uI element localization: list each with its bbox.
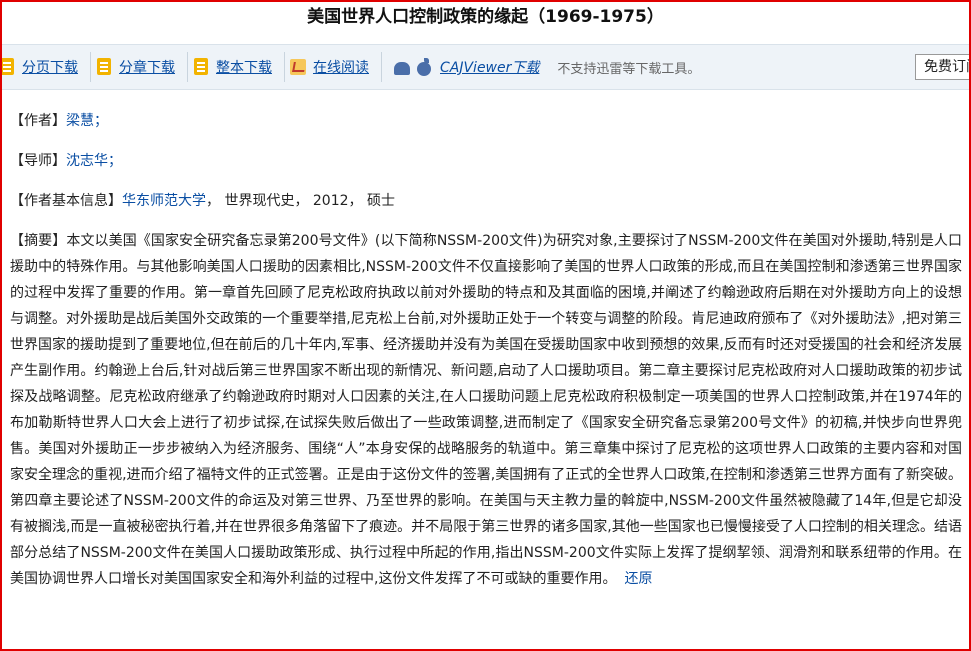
apple-icon: [414, 57, 434, 77]
restore-link[interactable]: 还原: [624, 571, 652, 587]
read-online-link[interactable]: 在线阅读: [313, 57, 369, 77]
toolbar-item-chapter-download[interactable]: 分章下载: [91, 52, 188, 82]
toolbar-item-page-download[interactable]: 分页下载: [2, 52, 91, 82]
cajviewer-download-link[interactable]: CAJViewer下载: [440, 57, 539, 77]
document-download-icon: [2, 57, 16, 77]
abstract: 【摘要】本文以美国《国家安全研究备忘录第200号文件》(以下简称NSSM-200…: [10, 228, 962, 592]
chapter-download-link[interactable]: 分章下载: [119, 57, 175, 77]
author-row: 【作者】梁慧；: [10, 108, 962, 134]
document-download-icon: [192, 57, 210, 77]
university-link[interactable]: 华东师范大学: [122, 193, 206, 209]
toolbar-item-cajviewer[interactable]: CAJViewer下载 不支持迅雷等下载工具。: [382, 52, 712, 82]
title-bar: 美国世界人口控制政策的缘起（1969-1975）: [2, 2, 969, 32]
toolbar-item-full-download[interactable]: 整本下载: [188, 52, 285, 82]
advisor-row: 【导师】沈志华；: [10, 148, 962, 174]
author-info-label: 【作者基本信息】: [10, 193, 122, 209]
article-info: 【作者】梁慧； 【导师】沈志华； 【作者基本信息】华东师范大学， 世界现代史， …: [10, 108, 962, 592]
document-download-icon: [95, 57, 113, 77]
free-subscribe-button[interactable]: 免费订阅: [915, 54, 969, 80]
download-toolbar: 分页下载 分章下载 整本下载 在线阅读 CAJViewer下载 不支持迅雷等下载…: [2, 44, 969, 90]
full-download-link[interactable]: 整本下载: [216, 57, 272, 77]
page-title: 美国世界人口控制政策的缘起（1969-1975）: [307, 7, 664, 27]
abstract-label: 【摘要】: [10, 233, 67, 249]
advisor-link[interactable]: 沈志华；: [66, 153, 122, 169]
author-info-row: 【作者基本信息】华东师范大学， 世界现代史， 2012， 硕士: [10, 188, 962, 214]
author-link[interactable]: 梁慧；: [66, 113, 108, 129]
author-info-text: ， 世界现代史， 2012， 硕士: [206, 193, 395, 209]
author-label: 【作者】: [10, 113, 66, 129]
abstract-text: 本文以美国《国家安全研究备忘录第200号文件》(以下简称NSSM-200文件)为…: [10, 233, 962, 587]
android-icon: [392, 57, 412, 77]
toolbar-item-read-online[interactable]: 在线阅读: [285, 52, 382, 82]
advisor-label: 【导师】: [10, 153, 66, 169]
page-download-link[interactable]: 分页下载: [22, 57, 78, 77]
read-online-icon: [289, 57, 307, 77]
download-tool-note: 不支持迅雷等下载工具。: [557, 61, 701, 77]
